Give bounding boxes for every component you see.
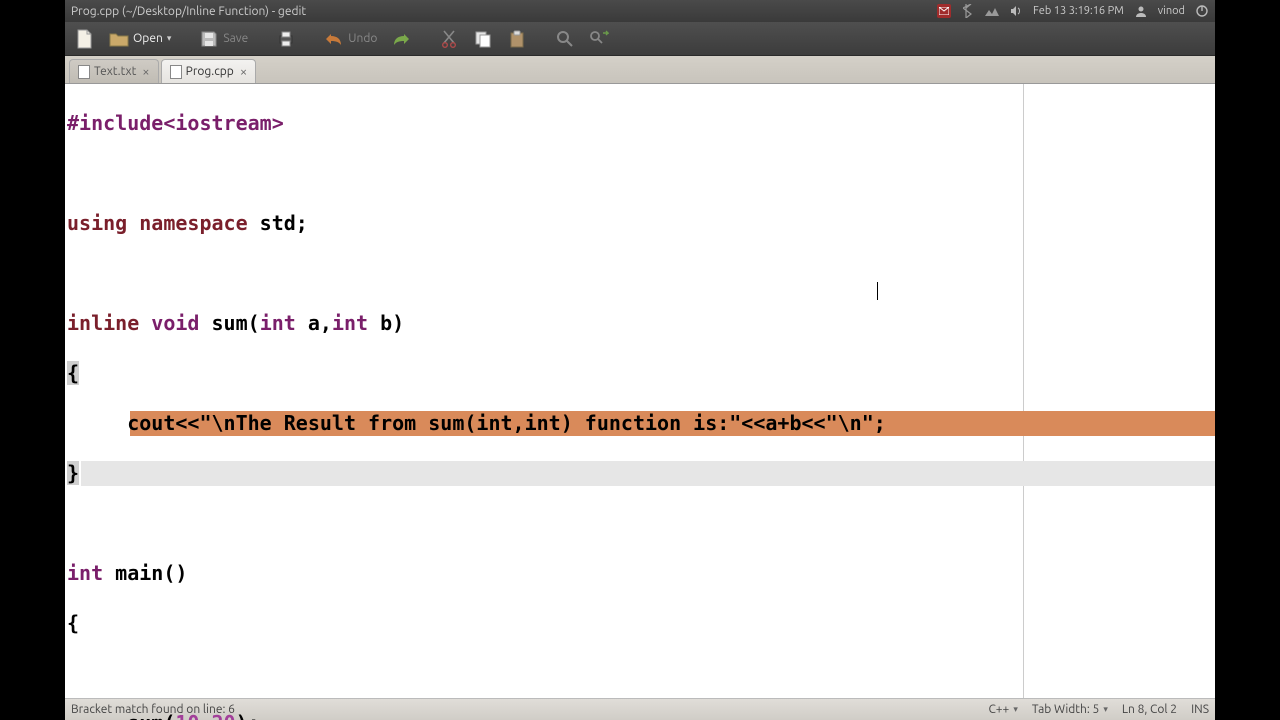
network-icon[interactable] [985,4,999,18]
system-tray: Feb 13 3:19:16 PM vinod [937,4,1209,18]
redo-button[interactable] [387,27,415,51]
toolbar: Open ▾ Save Undo [65,22,1215,56]
print-icon [276,29,296,49]
undo-icon [324,29,344,49]
power-icon[interactable] [1195,4,1209,18]
open-button[interactable]: Open ▾ [105,27,175,51]
save-icon [199,29,219,49]
letterbox-left [0,0,65,720]
copy-button[interactable] [469,27,497,51]
find-replace-icon [589,29,609,49]
clock-text[interactable]: Feb 13 3:19:16 PM [1033,5,1124,17]
volume-icon[interactable] [1009,4,1023,18]
tab-label: Text.txt [94,65,136,78]
user-icon[interactable] [1134,4,1148,18]
tab-strip: Text.txt × Prog.cpp × [65,56,1215,84]
open-label: Open [133,32,163,45]
open-folder-icon [109,29,129,49]
find-button[interactable] [551,27,579,51]
save-label: Save [223,32,248,45]
save-button[interactable]: Save [195,27,252,51]
chevron-down-icon: ▾ [167,33,172,44]
document-icon [170,65,182,79]
bluetooth-icon[interactable] [961,4,975,18]
code-content: #include<iostream> using namespace std; … [65,84,1215,720]
paste-icon [507,29,527,49]
copy-icon [473,29,493,49]
document-icon [78,65,90,79]
cut-button[interactable] [435,27,463,51]
close-icon[interactable]: × [142,65,149,79]
user-name[interactable]: vinod [1158,5,1185,17]
text-cursor [877,282,878,300]
title-bar: Prog.cpp (~/Desktop/Inline Function) - g… [65,0,1215,22]
tab-label: Prog.cpp [186,65,234,78]
tab-prog-cpp[interactable]: Prog.cpp × [161,59,257,83]
mail-icon[interactable] [937,4,951,18]
close-icon[interactable]: × [240,65,247,79]
tab-text-txt[interactable]: Text.txt × [69,59,159,83]
paste-button[interactable] [503,27,531,51]
window-title: Prog.cpp (~/Desktop/Inline Function) - g… [71,5,929,18]
new-file-button[interactable] [71,27,99,51]
new-file-icon [75,29,95,49]
find-replace-button[interactable] [585,27,613,51]
gedit-window: Prog.cpp (~/Desktop/Inline Function) - g… [65,0,1215,720]
letterbox-right [1215,0,1280,720]
print-button[interactable] [272,27,300,51]
undo-button[interactable]: Undo [320,27,381,51]
cut-icon [439,29,459,49]
search-icon [555,29,575,49]
undo-label: Undo [348,32,377,45]
redo-icon [391,29,411,49]
editor-area[interactable]: #include<iostream> using namespace std; … [65,84,1215,698]
